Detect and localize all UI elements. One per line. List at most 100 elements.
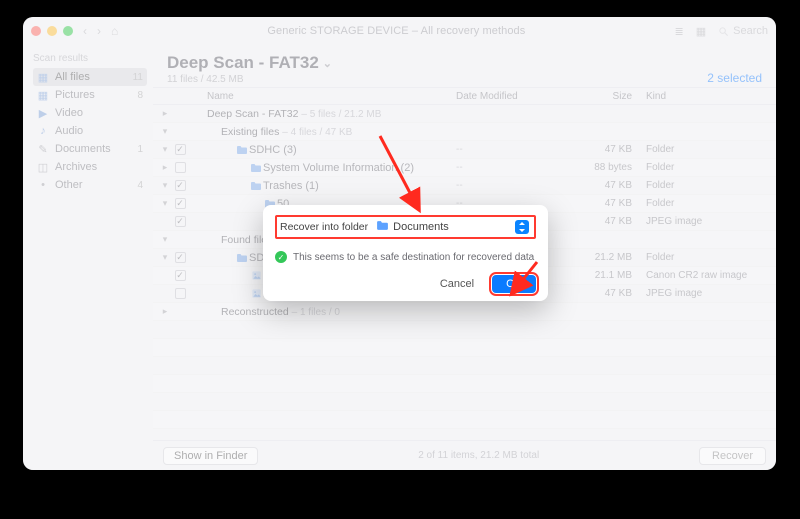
row-size: 47 KB (576, 144, 646, 155)
row-checkbox[interactable] (171, 288, 189, 299)
empty-row (153, 339, 776, 357)
empty-row (153, 429, 776, 440)
maximize-icon[interactable] (63, 26, 73, 36)
chevron-down-icon: ⌄ (323, 57, 332, 70)
row-checkbox[interactable]: ✓ (171, 216, 189, 227)
row-checkbox[interactable]: ✓ (171, 180, 189, 191)
show-in-finder-button[interactable]: Show in Finder (163, 447, 258, 465)
row-kind: Folder (646, 180, 776, 191)
disclosure-icon[interactable]: ▾ (159, 198, 171, 209)
row-checkbox[interactable]: ✓ (171, 198, 189, 209)
destination-value: Documents (393, 221, 449, 233)
row-kind: Folder (646, 144, 776, 155)
view-icon[interactable]: ≣ (675, 25, 684, 38)
row-size: 88 bytes (576, 162, 646, 173)
sidebar-item-label: Video (55, 107, 83, 119)
sidebar-item-label: Pictures (55, 89, 95, 101)
row-date: -- (456, 180, 576, 191)
section-row[interactable]: ▸ Reconstructed – 1 files / 0 (153, 303, 776, 321)
row-kind: Canon CR2 raw image (646, 270, 776, 281)
row-date: -- (456, 144, 576, 155)
sidebar-item-count: 1 (137, 144, 143, 155)
forward-icon[interactable]: › (97, 24, 101, 38)
table-row[interactable]: ▾✓Trashes (1)-- 47 KB Folder (153, 177, 776, 195)
empty-row (153, 411, 776, 429)
doc-icon: ✎ (37, 143, 49, 155)
row-checkbox[interactable]: ✓ (171, 252, 189, 263)
row-size: 47 KB (576, 216, 646, 227)
picture-icon: ▦ (37, 71, 49, 83)
sidebar-item-label: All files (55, 71, 90, 83)
row-name: Trashes (1) (263, 180, 456, 192)
col-name[interactable]: Name (207, 91, 456, 102)
sidebar: Scan results ▦ All files 11▦ Pictures 8▶… (23, 45, 153, 470)
row-name: Existing files – 4 files / 47 KB (221, 126, 456, 138)
stepper-icon[interactable] (515, 220, 529, 234)
image-icon (249, 270, 263, 281)
sidebar-item-video[interactable]: ▶ Video (33, 104, 147, 122)
row-kind: Folder (646, 252, 776, 263)
sidebar-item-documents[interactable]: ✎ Documents 1 (33, 140, 147, 158)
search-field[interactable]: Search (718, 25, 768, 37)
sidebar-item-count: 4 (137, 180, 143, 191)
sidebar-item-archives[interactable]: ◫ Archives (33, 158, 147, 176)
row-checkbox[interactable]: ✓ (171, 144, 189, 155)
table-row[interactable]: ▸System Volume Information (2)-- 88 byte… (153, 159, 776, 177)
disclosure-icon[interactable]: ▸ (159, 306, 171, 317)
col-date[interactable]: Date Modified (456, 91, 576, 102)
window-title: Generic STORAGE DEVICE – All recovery me… (124, 25, 668, 37)
sidebar-item-all-files[interactable]: ▦ All files 11 (33, 68, 147, 86)
close-icon[interactable] (31, 26, 41, 36)
row-checkbox[interactable]: ✓ (171, 270, 189, 281)
grid-icon[interactable]: ▦ (696, 25, 706, 38)
home-icon[interactable]: ⌂ (111, 24, 118, 38)
page-subtitle: 11 files / 42.5 MB (167, 74, 707, 85)
sidebar-item-pictures[interactable]: ▦ Pictures 8 (33, 86, 147, 104)
disclosure-icon[interactable]: ▾ (159, 144, 171, 155)
disclosure-icon[interactable]: ▾ (159, 252, 171, 263)
recover-dialog: Recover into folder Documents ✓ This see… (263, 205, 548, 301)
section-row[interactable]: ▾ Existing files – 4 files / 47 KB (153, 123, 776, 141)
sidebar-item-audio[interactable]: ♪ Audio (33, 122, 147, 140)
row-kind: Folder (646, 198, 776, 209)
sidebar-item-label: Archives (55, 161, 97, 173)
disclosure-icon[interactable]: ▾ (159, 180, 171, 191)
col-kind[interactable]: Kind (646, 91, 776, 102)
row-name: Reconstructed – 1 files / 0 (221, 306, 456, 318)
table-row[interactable]: ▾✓ SDHC (3)-- 47 KB Folder (153, 141, 776, 159)
row-name: Deep Scan - FAT32 – 5 files / 21.2 MB (207, 108, 456, 120)
archive-icon: ◫ (37, 161, 49, 173)
disclosure-icon[interactable]: ▸ (159, 108, 171, 119)
ok-button[interactable]: OK (492, 275, 536, 293)
col-size[interactable]: Size (576, 91, 646, 102)
row-name: SDHC (3) (249, 144, 456, 156)
page-title[interactable]: Deep Scan - FAT32 ⌄ (167, 53, 707, 73)
folder-icon (235, 253, 249, 263)
cancel-button[interactable]: Cancel (430, 275, 484, 293)
disclosure-icon[interactable]: ▾ (159, 234, 171, 245)
folder-icon (249, 181, 263, 191)
destination-select[interactable]: Documents (374, 219, 531, 235)
audio-icon: ♪ (37, 125, 49, 137)
folder-icon (235, 145, 249, 155)
sidebar-item-other[interactable]: • Other 4 (33, 176, 147, 194)
row-size: 21.1 MB (576, 270, 646, 281)
disclosure-icon[interactable]: ▸ (159, 162, 171, 173)
sidebar-item-label: Other (55, 179, 83, 191)
row-checkbox[interactable] (171, 162, 189, 173)
empty-row (153, 321, 776, 339)
sidebar-item-label: Documents (55, 143, 111, 155)
back-icon[interactable]: ‹ (83, 24, 87, 38)
disclosure-icon[interactable]: ▾ (159, 126, 171, 137)
safe-destination-note: ✓ This seems to be a safe destination fo… (275, 251, 536, 263)
video-icon: ▶ (37, 107, 49, 119)
minimize-icon[interactable] (47, 26, 57, 36)
column-headers: Name Date Modified Size Kind (153, 87, 776, 105)
folder-icon (376, 220, 389, 234)
recover-button[interactable]: Recover (699, 447, 766, 465)
status-text: 2 of 11 items, 21.2 MB total (258, 450, 699, 461)
row-name: System Volume Information (2) (263, 162, 456, 174)
sidebar-heading: Scan results (33, 53, 147, 64)
section-row[interactable]: ▸ Deep Scan - FAT32 – 5 files / 21.2 MB (153, 105, 776, 123)
footer: Show in Finder 2 of 11 items, 21.2 MB to… (153, 440, 776, 470)
